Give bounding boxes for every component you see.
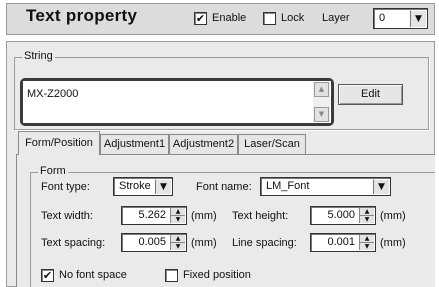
- chevron-down-icon[interactable]: ▼: [373, 179, 389, 194]
- text-spacing-value: 0.005: [138, 236, 166, 248]
- edit-button[interactable]: Edit: [338, 84, 403, 105]
- font-type-select[interactable]: Stroke ▼: [113, 177, 173, 196]
- spin-buttons: ▲ ▼: [170, 235, 185, 250]
- tab-adjustment1[interactable]: Adjustment1: [100, 134, 169, 154]
- text-width-label: Text width:: [41, 210, 93, 222]
- spin-down-icon[interactable]: ▼: [171, 242, 185, 250]
- scroll-down-icon[interactable]: ▼: [314, 107, 329, 122]
- text-width-unit: (mm): [191, 210, 217, 222]
- layer-value: 0: [379, 12, 386, 24]
- text-width-spinbox[interactable]: 5.262 ▲ ▼: [121, 206, 187, 225]
- string-textarea-frame: MX-Z2000 ▲ ▼: [20, 78, 334, 126]
- spin-down-icon[interactable]: ▼: [171, 215, 185, 223]
- scroll-up-icon[interactable]: ▲: [314, 82, 329, 97]
- tab-adjustment2[interactable]: Adjustment2: [169, 134, 238, 154]
- spin-buttons: ▲ ▼: [359, 235, 374, 250]
- fixed-position-label: Fixed position: [183, 269, 251, 281]
- text-height-value: 5.000: [327, 209, 355, 221]
- font-name-value: LM_Font: [266, 180, 310, 192]
- layer-label: Layer: [322, 12, 350, 24]
- string-text: MX-Z2000: [27, 88, 79, 100]
- spin-up-icon[interactable]: ▲: [360, 208, 374, 216]
- check-icon: ✔: [42, 269, 53, 282]
- spin-buttons: ▲ ▼: [170, 208, 185, 223]
- text-spacing-label: Text spacing:: [41, 237, 106, 249]
- spin-up-icon[interactable]: ▲: [171, 235, 185, 243]
- spin-up-icon[interactable]: ▲: [360, 235, 374, 243]
- spin-down-icon[interactable]: ▼: [360, 242, 374, 250]
- form-legend: Form: [38, 165, 68, 177]
- tab-form-position[interactable]: Form/Position: [18, 131, 100, 155]
- fixed-position-checkbox[interactable]: [165, 269, 178, 282]
- chevron-down-icon[interactable]: ▼: [410, 10, 426, 27]
- layer-select[interactable]: 0 ▼: [373, 8, 428, 29]
- text-height-label: Text height:: [232, 210, 289, 222]
- text-width-value: 5.262: [138, 209, 166, 221]
- spin-buttons: ▲ ▼: [359, 208, 374, 223]
- text-spacing-spinbox[interactable]: 0.005 ▲ ▼: [121, 233, 187, 252]
- line-spacing-spinbox[interactable]: 0.001 ▲ ▼: [310, 233, 376, 252]
- font-name-select[interactable]: LM_Font ▼: [260, 177, 391, 196]
- panel-title: Text property: [26, 6, 138, 25]
- string-legend: String: [22, 50, 55, 62]
- font-type-value: Stroke: [119, 180, 151, 192]
- line-spacing-label: Line spacing:: [232, 237, 297, 249]
- text-height-unit: (mm): [380, 210, 406, 222]
- font-name-label: Font name:: [196, 181, 252, 193]
- lock-checkbox[interactable]: [263, 12, 276, 25]
- spin-up-icon[interactable]: ▲: [171, 208, 185, 216]
- line-spacing-unit: (mm): [380, 237, 406, 249]
- line-spacing-value: 0.001: [327, 236, 355, 248]
- font-type-label: Font type:: [41, 181, 90, 193]
- spin-down-icon[interactable]: ▼: [360, 215, 374, 223]
- no-font-space-checkbox[interactable]: ✔: [41, 269, 54, 282]
- check-icon: ✔: [195, 12, 206, 25]
- textarea-scrollbar[interactable]: ▲ ▼: [313, 82, 330, 122]
- tab-laser-scan[interactable]: Laser/Scan: [238, 134, 306, 154]
- lock-label: Lock: [281, 12, 305, 24]
- string-textarea[interactable]: MX-Z2000 ▲ ▼: [23, 81, 331, 123]
- enable-checkbox[interactable]: ✔: [194, 12, 207, 25]
- no-font-space-label: No font space: [59, 269, 127, 281]
- text-spacing-unit: (mm): [191, 237, 217, 249]
- enable-label: Enable: [212, 12, 247, 24]
- chevron-down-icon[interactable]: ▼: [155, 179, 171, 194]
- text-height-spinbox[interactable]: 5.000 ▲ ▼: [310, 206, 376, 225]
